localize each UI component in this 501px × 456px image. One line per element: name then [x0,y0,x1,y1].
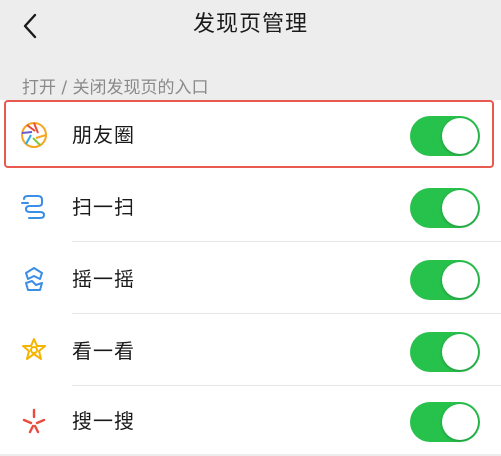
toggle-knob [442,404,478,440]
shake-icon [25,267,43,291]
list-item-shake: 摇一摇 [0,244,501,314]
row-divider [72,241,501,242]
search-toggle[interactable] [410,402,480,442]
list-item-top-stories: 看一看 [0,316,501,386]
moments-toggle[interactable] [410,116,480,156]
top-stories-icon [22,338,46,360]
toggle-knob [442,118,478,154]
section-caption: 打开 / 关闭发现页的入口 [22,78,209,98]
page-title: 发现页管理 [192,12,308,37]
scan-toggle[interactable] [410,188,480,228]
list-item-label: 摇一摇 [72,267,135,291]
list-item-label: 搜一搜 [72,409,135,433]
list-item-search: 搜一搜 [0,386,501,456]
discover-entries-list: 朋友圈 扫一扫 摇一摇 看一看 搜一搜 [0,100,501,454]
toggle-knob [442,334,478,370]
list-item-label: 朋友圈 [72,123,135,147]
shake-toggle[interactable] [410,260,480,300]
list-item-label: 看一看 [72,339,135,363]
toggle-knob [442,190,478,226]
search-sparkle-icon [22,408,46,434]
row-divider [72,313,501,314]
list-item-scan: 扫一扫 [0,172,501,242]
list-item-moments: 朋友圈 [0,100,501,170]
nav-bar: 发现页管理 [0,0,501,52]
top-stories-toggle[interactable] [410,332,480,372]
list-item-label: 扫一扫 [72,195,135,219]
toggle-knob [442,262,478,298]
moments-aperture-icon [21,122,47,148]
scan-icon [21,195,46,219]
